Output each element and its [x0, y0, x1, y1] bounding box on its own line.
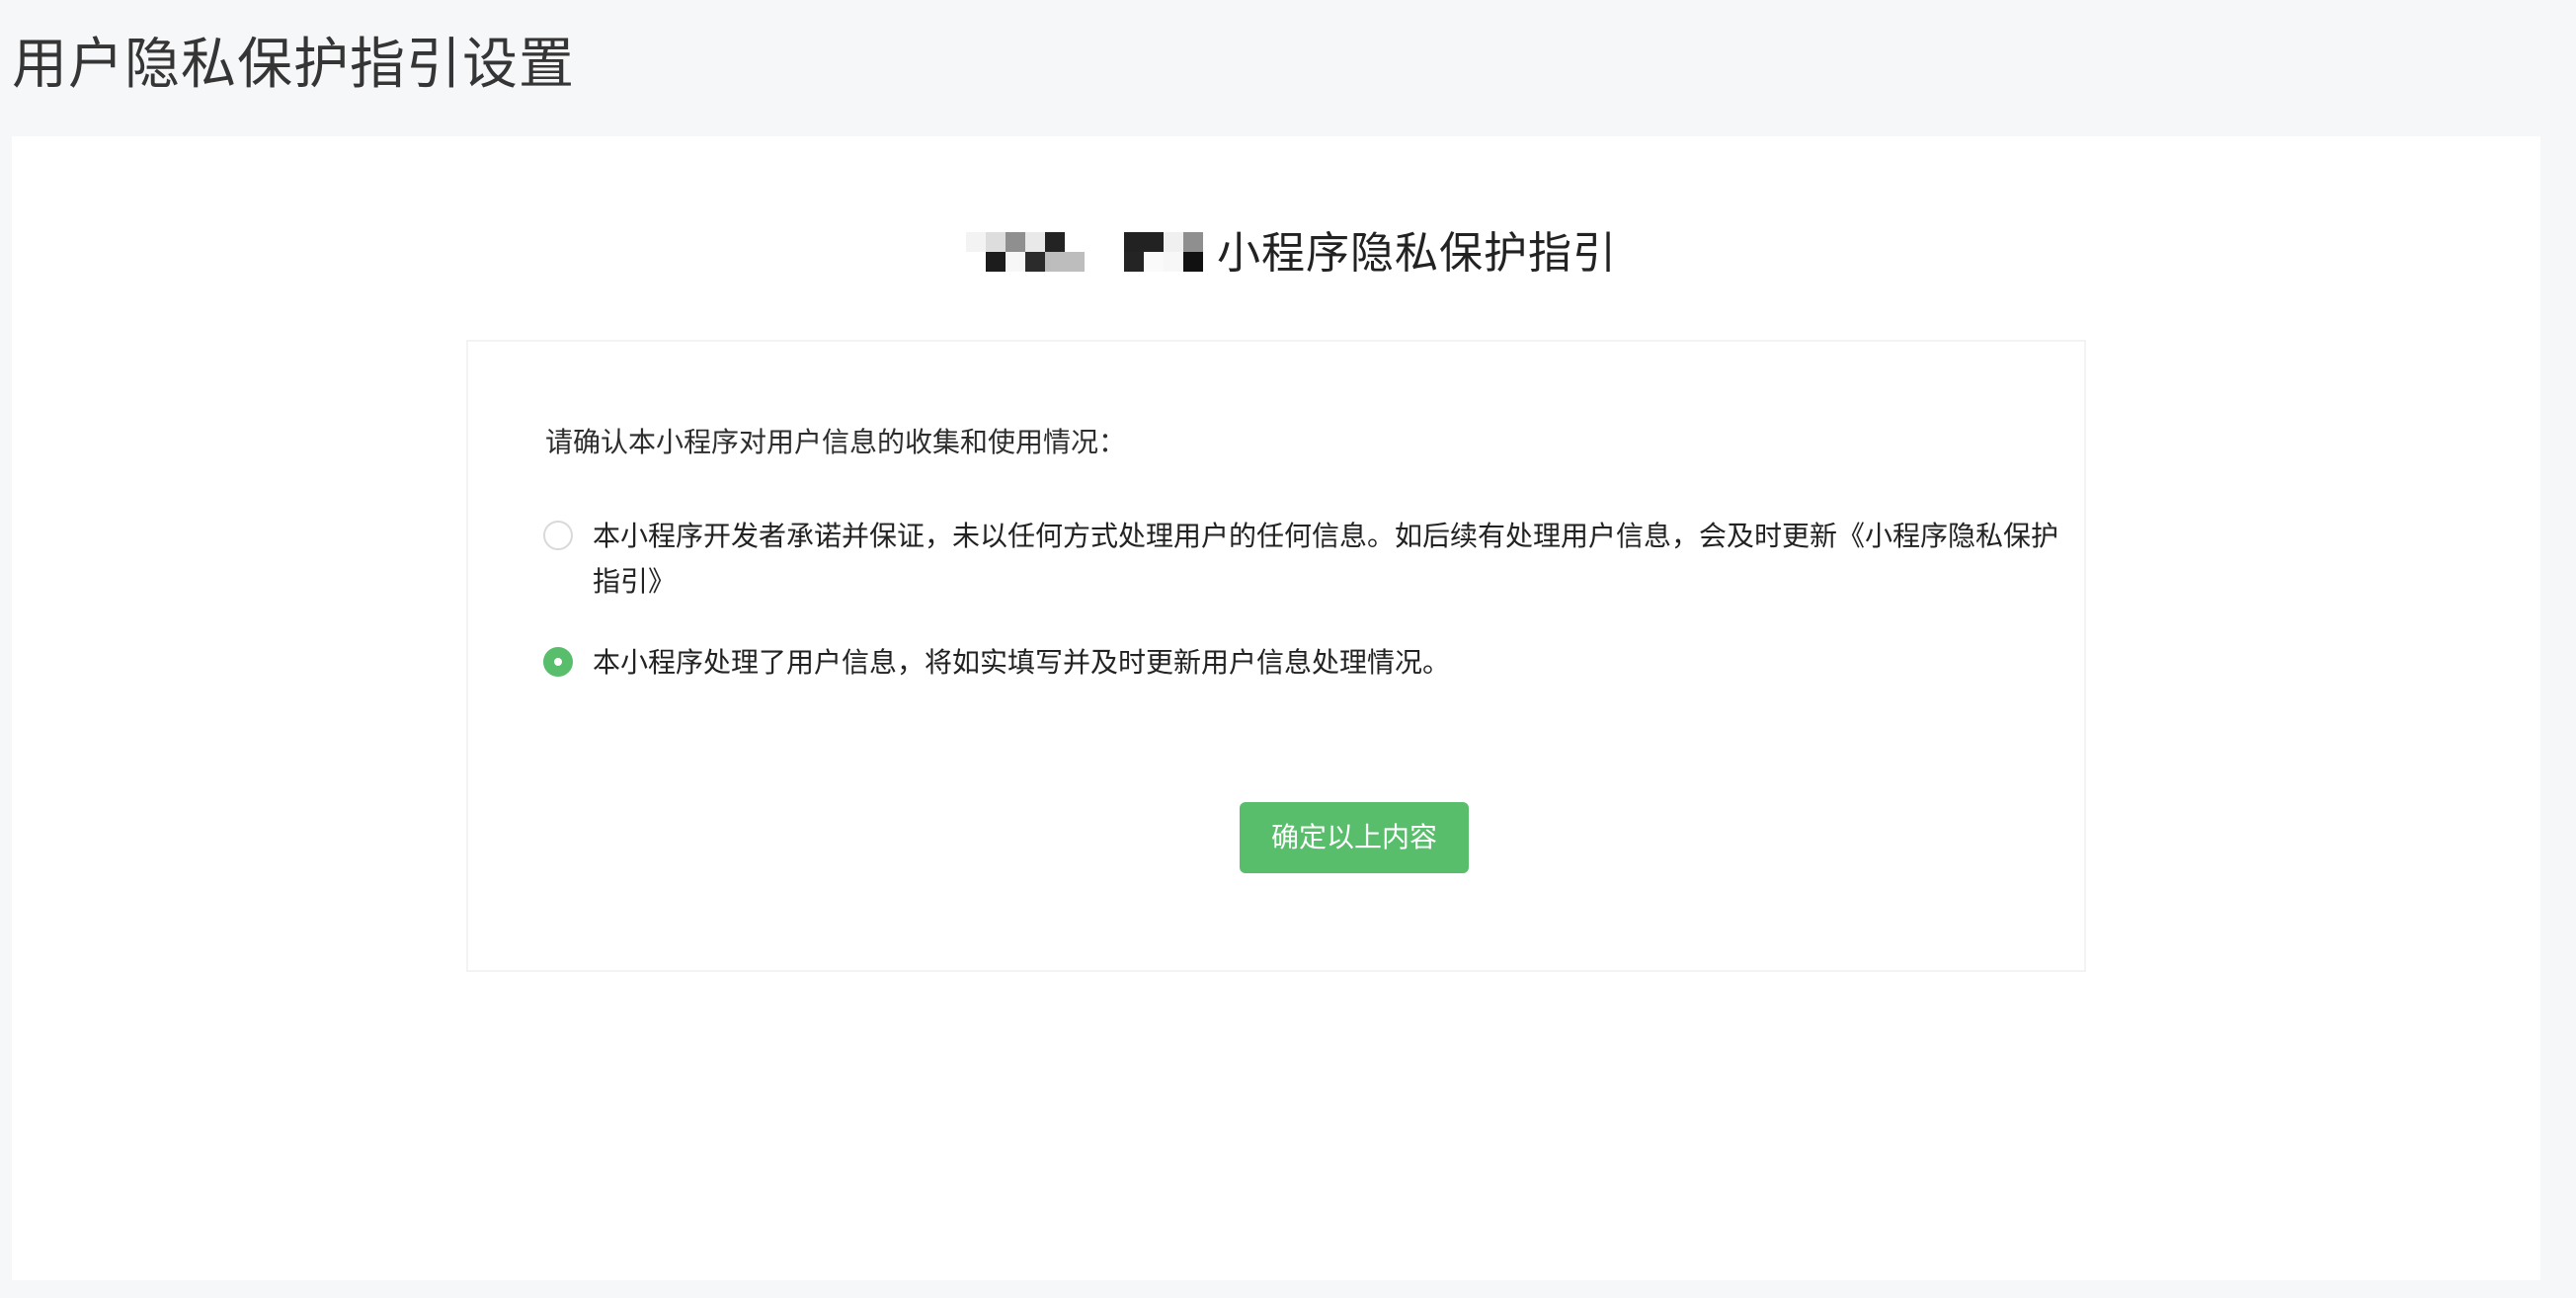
- option-no-user-info[interactable]: 本小程序开发者承诺并保证，未以任何方式处理用户的任何信息。如后续有处理用户信息，…: [543, 514, 2084, 605]
- option-handles-user-info[interactable]: 本小程序处理了用户信息，将如实填写并及时更新用户信息处理情况。: [543, 640, 2084, 686]
- radio-handles-user-info[interactable]: [543, 647, 573, 677]
- guide-title: 小程序隐私保护指引: [966, 219, 1617, 288]
- option-no-user-info-label[interactable]: 本小程序开发者承诺并保证，未以任何方式处理用户的任何信息。如后续有处理用户信息，…: [593, 514, 2084, 605]
- redacted-app-name: [966, 232, 1217, 276]
- option-handles-user-info-label[interactable]: 本小程序处理了用户信息，将如实填写并及时更新用户信息处理情况。: [593, 640, 1450, 686]
- confirm-button[interactable]: 确定以上内容: [1240, 802, 1469, 873]
- radio-no-user-info[interactable]: [543, 521, 573, 550]
- page-title: 用户隐私保护指引设置: [12, 33, 575, 97]
- question-text: 请确认本小程序对用户信息的收集和使用情况：: [545, 426, 1127, 458]
- guide-title-text: 小程序隐私保护指引: [1217, 228, 1617, 279]
